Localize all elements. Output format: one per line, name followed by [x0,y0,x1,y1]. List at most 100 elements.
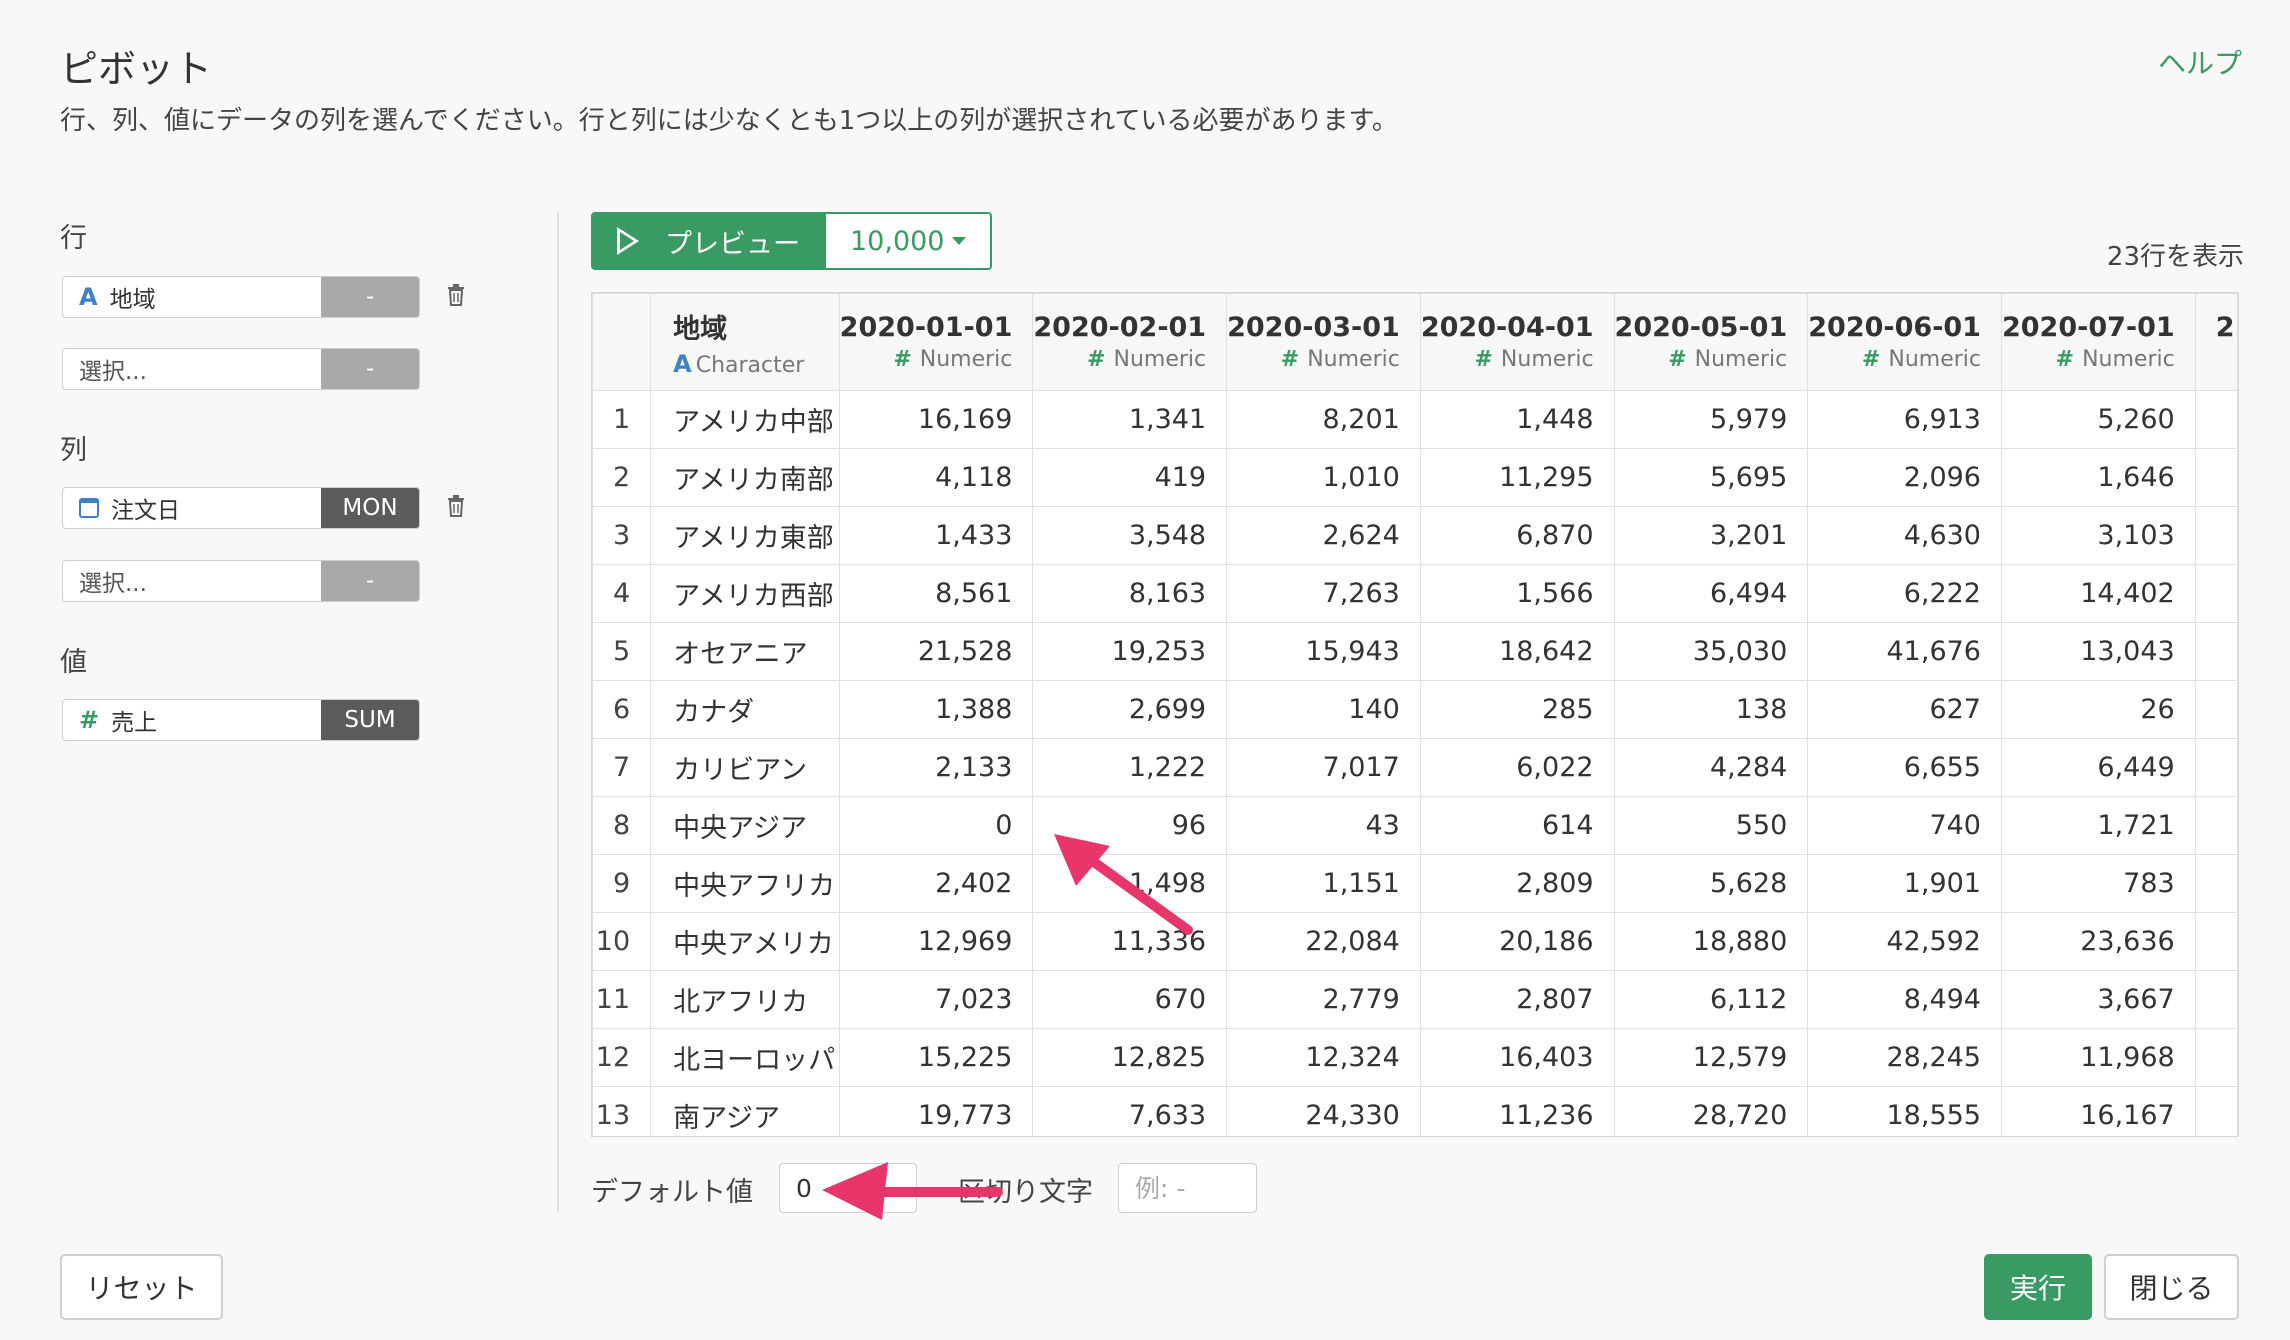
trash-icon[interactable] [446,283,466,307]
value-field-agg[interactable]: SUM [321,700,419,740]
col-select[interactable]: 選択... - [62,560,420,602]
row-field-region[interactable]: A 地域 - [62,276,420,318]
numeric-type-icon: # [1087,347,1106,372]
character-type-icon: A [673,349,692,378]
value-cell: 7,633 [1032,1086,1228,1136]
column-header-date[interactable]: 2020-02-01 # Numeric [1032,293,1228,391]
row-select-placeholder[interactable]: 選択... [63,349,321,389]
column-type-label: Numeric [1500,347,1594,372]
column-header-date-truncated[interactable]: 2 [2194,293,2238,391]
col-field-name: 注文日 [111,498,180,524]
region-cell: アメリカ南部 [650,448,840,507]
column-type-label: Numeric [1307,347,1400,372]
separator-input[interactable] [1118,1163,1257,1213]
value-cell: 23,636 [2000,912,2196,971]
value-cell: 6,112 [1613,970,1809,1029]
row-select-agg[interactable]: - [321,349,419,389]
numeric-type-icon: # [893,347,912,372]
col-field-order-date[interactable]: 注文日 MON [62,487,420,529]
value-cell: 740 [1807,796,2002,855]
value-cell: 1,721 [2000,796,2196,855]
value-cell: 6,222 [1807,564,2002,623]
value-cell: 96 [1032,796,1228,855]
run-button[interactable]: 実行 [1984,1254,2092,1320]
value-cell: 28,245 [1807,1028,2002,1087]
default-value-input[interactable] [779,1163,917,1213]
value-cell: 6,494 [1613,564,1809,623]
column-header-date[interactable]: 2020-01-01 # Numeric [838,293,1034,391]
column-header-date[interactable]: 2020-06-01 # Numeric [1807,293,2002,391]
value-cell: 12,324 [1226,1028,1421,1087]
column-header-date[interactable]: 2020-07-01 # Numeric [2000,293,2196,391]
value-cell: 14,402 [2000,564,2196,623]
col-select-placeholder[interactable]: 選択... [63,561,321,601]
value-cell: 28,720 [1613,1086,1809,1136]
dialog-description: 行、列、値にデータの列を選んでください。行と列には少なくとも1つ以上の列が選択さ… [60,106,1398,136]
preview-button-label: プレビュー [665,228,800,260]
value-cell: 8,201 [1226,390,1421,449]
row-index: 11 [592,970,652,1029]
column-type-label: Character [695,352,805,378]
value-cell: 285 [1419,680,1615,739]
region-cell: 中央アジア [650,796,840,855]
value-cell: 18,555 [1807,1086,2002,1136]
value-cell: 1,222 [1032,738,1228,797]
row-index: 9 [592,854,652,913]
table-row: 10 中央アメリカ 12,969 11,336 22,084 20,186 18,880 42… [592,912,2238,971]
preview-controls: プレビュー 10,000 [591,212,993,270]
row-select[interactable]: 選択... - [62,348,420,390]
value-cell: 7,263 [1226,564,1421,623]
reset-button[interactable]: リセット [60,1254,223,1320]
value-cell: 4,118 [838,448,1034,507]
value-cell: 670 [1032,970,1228,1029]
region-cell: 北ヨーロッパ [650,1028,840,1087]
row-limit-dropdown[interactable]: 10,000 [826,214,991,268]
truncated-cell [2194,970,2238,1029]
value-cell: 6,022 [1419,738,1615,797]
column-header-date[interactable]: 2020-04-01 # Numeric [1419,293,1615,391]
preview-button[interactable]: プレビュー [593,214,826,268]
row-index: 5 [592,622,652,681]
value-cell: 21,528 [838,622,1034,681]
column-header-date[interactable]: 2020-05-01 # Numeric [1613,293,1809,391]
value-cell: 2,809 [1419,854,1615,913]
value-cell: 1,901 [1807,854,2002,913]
column-type: A Character [673,349,838,378]
column-name: 2020-03-01 [1227,312,1400,343]
columns-label: 列 [60,435,87,466]
value-cell: 5,979 [1613,390,1809,449]
value-cell: 419 [1032,448,1228,507]
region-cell: 中央アフリカ [650,854,840,913]
value-field-name-box[interactable]: # 売上 [63,700,321,740]
value-cell: 550 [1613,796,1809,855]
col-select-agg[interactable]: - [321,561,419,601]
value-field-sales[interactable]: # 売上 SUM [62,699,420,741]
default-value-label: デフォルト値 [591,1177,753,1208]
help-link[interactable]: ヘルプ [2158,42,2242,82]
table-row: 3 アメリカ東部 1,433 3,548 2,624 6,870 3,201 4,630 3,1… [592,506,2238,565]
column-header-date[interactable]: 2020-03-01 # Numeric [1226,293,1421,391]
value-cell: 13,043 [2000,622,2196,681]
row-limit-value: 10,000 [850,225,945,257]
column-type: # Numeric [1034,347,1206,372]
value-cell: 2,779 [1226,970,1421,1029]
column-name: 2020-02-01 [1033,312,1207,343]
calendar-icon [79,498,99,518]
table-header-row: 地域 A Character 2020-01-01 # Numeric 2020-02… [592,293,2238,391]
region-cell: アメリカ中部 [650,390,840,449]
value-cell: 3,667 [2000,970,2196,1029]
close-button[interactable]: 閉じる [2104,1254,2239,1320]
truncated-cell [2194,390,2238,449]
truncated-cell [2194,854,2238,913]
col-field-agg[interactable]: MON [321,488,419,528]
row-field-name-box[interactable]: A 地域 [63,277,321,317]
column-header-region[interactable]: 地域 A Character [650,293,840,391]
value-cell: 11,236 [1419,1086,1615,1136]
col-field-name-box[interactable]: 注文日 [63,488,321,528]
row-field-agg[interactable]: - [321,277,419,317]
value-cell: 0 [838,796,1034,855]
trash-icon[interactable] [446,494,466,518]
table-body: 1 アメリカ中部 16,169 1,341 8,201 1,448 5,979 6,913 5,… [592,390,2238,1136]
table-row: 6 カナダ 1,388 2,699 140 285 138 627 26 [592,680,2238,739]
pivot-preview-table[interactable]: 地域 A Character 2020-01-01 # Numeric 2020-02… [591,292,2239,1137]
